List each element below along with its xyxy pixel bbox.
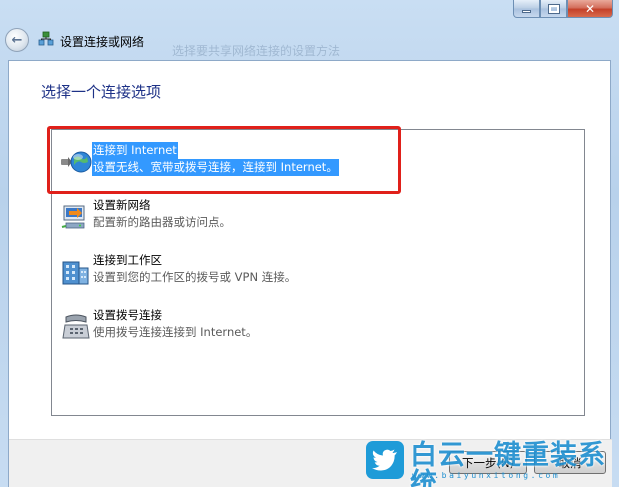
option-setup-dialup[interactable]: 设置拨号连接 使用拨号连接连接到 Internet。: [56, 305, 576, 351]
watermark: 白云一键重装系统 www.baiyunxitong.com: [366, 441, 611, 487]
window-title: 设置连接或网络: [60, 35, 145, 49]
option-description: 使用拨号连接连接到 Internet。: [93, 325, 258, 339]
workplace-building-icon: [62, 261, 89, 285]
maximize-icon: [547, 3, 560, 14]
page-heading: 选择一个连接选项: [41, 83, 162, 101]
maximize-button[interactable]: [540, 0, 567, 18]
back-arrow-icon: ←: [11, 32, 23, 48]
ghost-title-text: 选择要共享网络连接的设置方法: [172, 44, 341, 58]
option-description: 配置新的路由器或访问点。: [93, 215, 231, 229]
option-connect-workplace[interactable]: 连接到工作区 设置到您的工作区的拨号或 VPN 连接。: [56, 250, 576, 296]
router-setup-icon: [61, 205, 85, 229]
minimize-button[interactable]: [513, 0, 540, 18]
option-description: 设置到您的工作区的拨号或 VPN 连接。: [93, 270, 297, 284]
option-title: 连接到工作区: [93, 253, 162, 267]
back-button[interactable]: ←: [5, 28, 29, 52]
bird-logo-icon: [366, 441, 404, 479]
option-title: 设置拨号连接: [93, 308, 162, 322]
window-frame: ✕ ← 设置连接或网络 选择要共享网络连接的设置方法 选择一个连接选项 连接到 …: [0, 0, 619, 487]
close-button[interactable]: ✕: [567, 0, 613, 18]
option-title: 设置新网络: [93, 198, 151, 212]
annotation-highlight-box: [47, 126, 401, 194]
caption-buttons: ✕: [513, 0, 613, 18]
watermark-text: 白云一键重装系统: [410, 440, 606, 487]
option-setup-new-network[interactable]: 设置新网络 配置新的路由器或访问点。: [56, 195, 576, 241]
network-wizard-icon: [38, 31, 54, 46]
dialup-phone-icon: [62, 314, 90, 339]
watermark-url: www.baiyunxitong.com: [412, 471, 561, 480]
navigation-bar: ← 设置连接或网络 选择要共享网络连接的设置方法: [0, 22, 619, 58]
minimize-icon: [522, 9, 531, 13]
wizard-content: 选择一个连接选项 连接到 Internet 设置无线、宽带或拨号连接，连接到 I…: [8, 60, 612, 487]
